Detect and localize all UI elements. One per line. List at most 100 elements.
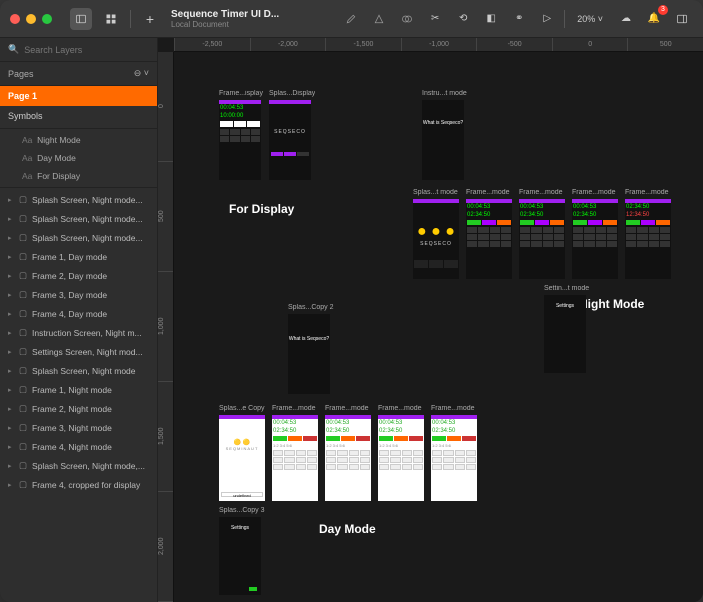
disclosure-arrow-icon[interactable]: ▸ [8,424,14,432]
artboard-label[interactable]: Frame...mode [572,189,616,196]
toggle-inspector-button[interactable] [671,8,693,30]
layer-item[interactable]: ▸▢Splash Screen, Night mode [0,361,157,380]
artboard-night[interactable]: 02:34:5012:34:50 [625,199,671,279]
disclosure-arrow-icon[interactable]: ▸ [8,215,14,223]
tool-mask-icon[interactable]: ◧ [480,8,502,30]
artboard-night[interactable]: 00:04:5302:34:50 [519,199,565,279]
artboard-label[interactable]: Frame...mode [378,405,422,412]
layer-item[interactable]: ▸▢Settings Screen, Night mod... [0,342,157,361]
disclosure-arrow-icon[interactable]: ▸ [8,196,14,204]
tool-boolean-icon[interactable] [396,8,418,30]
layer-item[interactable]: ▸▢Frame 4, Night mode [0,437,157,456]
search-icon: 🔍 [8,44,19,55]
disclosure-arrow-icon[interactable]: ▸ [8,234,14,242]
disclosure-arrow-icon[interactable]: ▸ [8,462,14,470]
canvas-area[interactable]: -2,500-2,000-1,500-1,000-5000500 05001,0… [158,38,703,602]
layer-item[interactable]: ▸▢Frame 2, Day mode [0,266,157,285]
close-window-button[interactable] [10,14,20,24]
layer-item[interactable]: ▸▢Instruction Screen, Night m... [0,323,157,342]
layer-item[interactable]: ▸▢Frame 3, Night mode [0,418,157,437]
artboard-icon: ▢ [19,289,27,300]
page-item-symbols[interactable]: Symbols [0,106,157,126]
tool-vector-icon[interactable] [368,8,390,30]
artboard-label[interactable]: Splas...t mode [413,189,458,196]
pages-collapse-icon[interactable]: ⊖ ˅ [134,68,149,79]
artboard-label[interactable]: Splas...Copy 2 [288,304,334,311]
layer-item[interactable]: ▸▢Frame 4, Day mode [0,304,157,323]
notifications-icon[interactable]: 🔔 [643,8,665,30]
layer-item[interactable]: ▸▢Frame 2, Night mode [0,399,157,418]
layer-name: Frame 4, cropped for display [32,480,140,490]
layer-item[interactable]: ▸▢Splash Screen, Night mode... [0,209,157,228]
pages-header[interactable]: Pages ⊖ ˅ [0,62,157,86]
artboard-label[interactable]: Frame...mode [272,405,316,412]
section-label-fordisplay: For Display [229,202,294,216]
artboard-splashcopy3[interactable]: Settings [219,517,261,595]
artboard-label[interactable]: Instru...t mode [422,90,467,97]
text-style-day[interactable]: Aa Day Mode [0,149,157,167]
toggle-sidebar-button[interactable] [70,8,92,30]
artboard-label[interactable]: Frame...isplay [219,90,263,97]
artboard-label[interactable]: Frame...mode [625,189,669,196]
tool-scissors-icon[interactable]: ✂ [424,8,446,30]
artboard-day[interactable]: 00:04:5302:34:501:2 3:4 5:6 [431,415,477,501]
disclosure-arrow-icon[interactable]: ▸ [8,443,14,451]
layer-item[interactable]: ▸ ▢ Frame 3, Day mode [0,285,157,304]
disclosure-arrow-icon[interactable]: ▸ [8,272,14,280]
disclosure-arrow-icon[interactable]: ▸ [8,348,14,356]
artboard-splashcopy2[interactable]: What is Seqseco? [288,314,330,394]
text-style-display[interactable]: Aa For Display [0,167,157,185]
artboard-icon: ▢ [19,327,27,338]
layer-name: Splash Screen, Night mode... [32,195,143,205]
artboard-label[interactable]: Splas...e Copy [219,405,265,412]
layer-item[interactable]: ▸▢Splash Screen, Night mode... [0,228,157,247]
layer-item[interactable]: ▸▢Frame 4, cropped for display [0,475,157,494]
artboard-label[interactable]: Frame...mode [466,189,510,196]
layer-item[interactable]: ▸▢Splash Screen, Night mode... [0,190,157,209]
layer-item[interactable]: ▸▢Splash Screen, Night mode,... [0,456,157,475]
tool-rotate-icon[interactable]: ⟲ [452,8,474,30]
artboard-label[interactable]: Settin...t mode [544,285,589,292]
page-item-page1[interactable]: Page 1 [0,86,157,106]
artboard-instruction[interactable]: What is Seqseco? [422,100,464,180]
artboard-settings[interactable]: Settings [544,295,586,373]
artboard-label[interactable]: Frame...mode [519,189,563,196]
artboard-night[interactable]: 00:04:5302:34:50 [466,199,512,279]
artboard-label[interactable]: Frame...mode [325,405,369,412]
disclosure-arrow-icon[interactable]: ▸ [8,481,14,489]
artboard-day[interactable]: 🟡 🟡SEQMINAUTundefined [219,415,265,501]
add-button[interactable]: + [139,8,161,30]
disclosure-arrow-icon[interactable]: ▸ [8,291,14,299]
tool-pencil-icon[interactable] [340,8,362,30]
grid-view-button[interactable] [100,8,122,30]
artboard-label[interactable]: Splas...Copy 3 [219,507,265,514]
cloud-icon[interactable]: ☁ [615,8,637,30]
layer-item[interactable]: ▸▢Frame 1, Night mode [0,380,157,399]
tool-link-icon[interactable]: ⚭ [508,8,530,30]
artboard-day[interactable]: 00:04:5302:34:501:2 3:4 5:6 [325,415,371,501]
disclosure-arrow-icon[interactable]: ▸ [8,253,14,261]
layer-item[interactable]: ▸▢Frame 1, Day mode [0,247,157,266]
zoom-level[interactable]: 20% ˅ [571,12,609,26]
artboard-label[interactable]: Splas...Display [269,90,315,97]
disclosure-arrow-icon[interactable]: ▸ [8,329,14,337]
tool-preview-icon[interactable]: ▷ [536,8,558,30]
maximize-window-button[interactable] [42,14,52,24]
disclosure-arrow-icon[interactable]: ▸ [8,405,14,413]
disclosure-arrow-icon[interactable]: ▸ [8,310,14,318]
artboard-splash-display[interactable]: SEQSECO [269,100,311,180]
artboard-day[interactable]: 00:04:5302:34:501:2 3:4 5:6 [272,415,318,501]
artboard-frame-display[interactable]: 00:04:53 10:00:00 [219,100,261,180]
artboard-day[interactable]: 00:04:5302:34:501:2 3:4 5:6 [378,415,424,501]
artboard-label[interactable]: Frame...mode [431,405,475,412]
layer-name: Frame 3, Day mode [32,290,107,300]
disclosure-arrow-icon[interactable]: ▸ [8,386,14,394]
minimize-window-button[interactable] [26,14,36,24]
disclosure-arrow-icon[interactable]: ▸ [8,367,14,375]
artboard-night[interactable]: ● ● ●SEQSECO [413,199,459,279]
search-layers-input[interactable]: 🔍 Search Layers [0,38,157,62]
artboard-night[interactable]: 00:04:5302:34:50 [572,199,618,279]
text-style-night[interactable]: Aa Night Mode [0,131,157,149]
canvas[interactable]: Frame...isplay 00:04:53 10:00:00 Splas..… [174,52,703,602]
layer-name: Frame 4, Night mode [32,442,112,452]
